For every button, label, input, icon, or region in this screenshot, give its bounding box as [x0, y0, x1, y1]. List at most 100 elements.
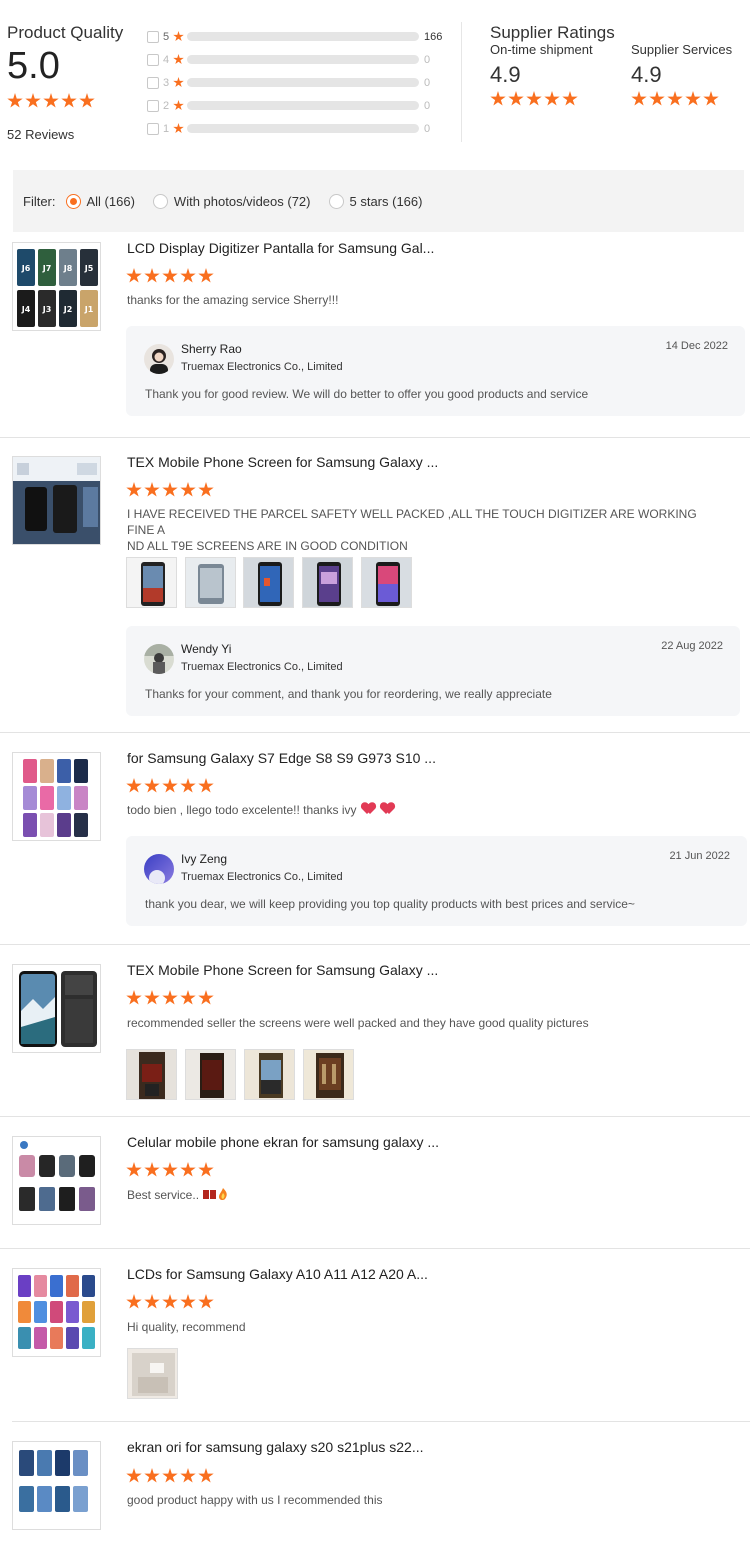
review-text-content: todo bien , llego todo excelente!! thank… — [127, 803, 357, 817]
distribution-bar — [187, 78, 419, 87]
product-thumbnail[interactable] — [12, 1268, 101, 1357]
reply-date: 21 Jun 2022 — [669, 850, 730, 862]
review-product-title[interactable]: for Samsung Galaxy S7 Edge S8 S9 G973 S1… — [127, 750, 436, 766]
product-thumbnail[interactable] — [12, 1136, 101, 1225]
thumb-label: J6 — [21, 264, 31, 273]
star-icon — [508, 91, 524, 106]
product-thumbnail[interactable] — [12, 1441, 101, 1530]
review-item: for Samsung Galaxy S7 Edge S8 S9 G973 S1… — [0, 750, 750, 944]
reply-text: Thanks for your comment, and thank you f… — [145, 687, 552, 701]
distribution-row-3[interactable]: 3 0 — [147, 71, 442, 94]
review-photo[interactable] — [244, 1049, 295, 1100]
review-stars — [126, 1468, 214, 1484]
review-photo[interactable] — [126, 557, 177, 608]
phone-screens-grid-image — [13, 753, 100, 840]
distribution-row-5[interactable]: 5 166 — [147, 25, 442, 48]
star-icon — [490, 91, 506, 106]
review-photo[interactable] — [303, 1049, 354, 1100]
supplier-ratings-title: Supplier Ratings — [490, 23, 615, 42]
review-photo[interactable] — [185, 557, 236, 608]
distribution-count: 0 — [424, 53, 431, 66]
review-text: Hi quality, recommend — [127, 1320, 246, 1334]
ratings-summary: Product Quality 5.0 52 Reviews 5 166 4 0… — [0, 0, 750, 150]
avatar — [144, 644, 174, 674]
review-product-title[interactable]: Celular mobile phone ekran for samsung g… — [127, 1134, 439, 1150]
filter-option-photos[interactable]: With photos/videos (72) — [152, 193, 311, 209]
product-thumbnail[interactable]: J6 J7 J8 J5 J4 J3 J2 J1 — [12, 242, 101, 331]
star-filter-checkbox[interactable] — [147, 53, 159, 66]
star-icon — [162, 1162, 178, 1177]
thumb-label: J4 — [21, 305, 31, 314]
star-filter-checkbox[interactable] — [147, 99, 159, 112]
star-icon — [173, 77, 184, 88]
review-photo[interactable] — [185, 1049, 236, 1100]
star-icon — [162, 1468, 178, 1483]
star-filter-checkbox[interactable] — [147, 76, 159, 89]
star-icon — [703, 91, 719, 106]
review-item: Celular mobile phone ekran for samsung g… — [0, 1134, 750, 1248]
radio-selected-icon[interactable] — [65, 193, 81, 209]
review-stars — [126, 990, 214, 1006]
review-text-content: Best service.. — [127, 1188, 200, 1202]
thumb-label: J1 — [84, 305, 94, 314]
review-count: 52 Reviews — [7, 127, 75, 142]
filter-option-5-stars[interactable]: 5 stars (166) — [328, 193, 423, 209]
supplier-reply: Sherry Rao Truemax Electronics Co., Limi… — [126, 326, 745, 416]
star-icon — [126, 1468, 142, 1483]
filter-option-label: With photos/videos (72) — [173, 193, 311, 209]
product-thumbnail[interactable] — [12, 752, 101, 841]
reply-company: Truemax Electronics Co., Limited — [181, 871, 343, 883]
thumb-label: J2 — [63, 305, 73, 314]
distribution-count: 0 — [424, 99, 431, 112]
product-quality-score: 5.0 — [7, 45, 60, 87]
review-text-line: I HAVE RECEIVED THE PARCEL SAFETY WELL P… — [127, 507, 697, 537]
review-divider — [0, 732, 750, 733]
product-thumbnail[interactable] — [12, 964, 101, 1053]
reply-text: thank you dear, we will keep providing y… — [145, 897, 635, 911]
distribution-stars-label: 2 — [163, 99, 170, 112]
star-icon — [526, 91, 542, 106]
distribution-stars-label: 5 — [163, 30, 170, 43]
star-icon — [162, 990, 178, 1005]
supplier-services-stars — [631, 91, 732, 107]
product-thumbnail[interactable] — [12, 456, 101, 545]
review-item: ekran ori for samsung galaxy s20 s21plus… — [0, 1439, 750, 1549]
star-icon — [198, 1162, 214, 1177]
review-photo[interactable] — [302, 557, 353, 608]
heart-icon — [381, 803, 395, 815]
review-product-title[interactable]: ekran ori for samsung galaxy s20 s21plus… — [127, 1439, 424, 1455]
review-stars — [126, 1162, 214, 1178]
star-filter-checkbox[interactable] — [147, 30, 159, 43]
distribution-row-1[interactable]: 1 0 — [147, 117, 442, 140]
review-photo[interactable] — [126, 1049, 177, 1100]
filter-option-label: 5 stars (166) — [349, 193, 423, 209]
review-stars — [126, 778, 214, 794]
review-photo[interactable] — [127, 1348, 178, 1399]
radio-icon[interactable] — [328, 193, 344, 209]
review-photo[interactable] — [361, 557, 412, 608]
star-icon — [649, 91, 665, 106]
filter-option-all[interactable]: All (166) — [65, 193, 135, 209]
distribution-count: 0 — [424, 76, 431, 89]
distribution-row-4[interactable]: 4 0 — [147, 48, 442, 71]
on-time-shipment-stars — [490, 91, 593, 107]
review-product-title[interactable]: TEX Mobile Phone Screen for Samsung Gala… — [127, 962, 438, 978]
distribution-bar — [187, 55, 419, 64]
review-product-title[interactable]: LCDs for Samsung Galaxy A10 A11 A12 A20 … — [127, 1266, 428, 1282]
star-icon — [173, 54, 184, 65]
review-stars — [126, 482, 214, 498]
review-product-title[interactable]: LCD Display Digitizer Pantalla for Samsu… — [127, 240, 434, 256]
star-icon — [126, 990, 142, 1005]
star-filter-checkbox[interactable] — [147, 122, 159, 135]
review-photo[interactable] — [243, 557, 294, 608]
review-text-line: ND ALL T9E SCREENS ARE IN GOOD CONDITION — [127, 539, 408, 553]
review-product-title[interactable]: TEX Mobile Phone Screen for Samsung Gala… — [127, 454, 438, 470]
reply-company: Truemax Electronics Co., Limited — [181, 661, 343, 673]
star-icon — [180, 990, 196, 1005]
star-icon — [7, 93, 23, 108]
review-divider — [12, 1421, 750, 1422]
star-icon — [25, 93, 41, 108]
distribution-row-2[interactable]: 2 0 — [147, 94, 442, 117]
review-item: TEX Mobile Phone Screen for Samsung Gala… — [0, 962, 750, 1116]
radio-icon[interactable] — [152, 193, 168, 209]
